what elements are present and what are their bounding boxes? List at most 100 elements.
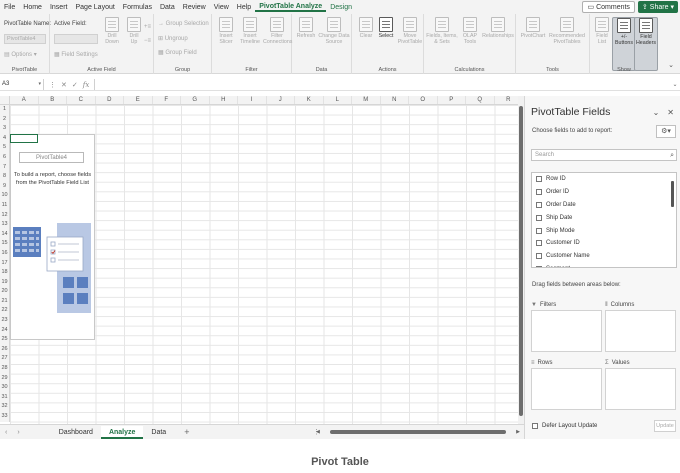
sheet-tab-analyze[interactable]: Analyze [100,425,144,439]
row-header[interactable]: 7 [0,163,9,173]
active-cell-a3[interactable] [10,133,38,144]
row-header[interactable]: 30 [0,383,9,393]
row-header[interactable]: 15 [0,239,9,249]
column-header[interactable]: K [295,96,324,104]
row-header[interactable]: 12 [0,211,9,221]
row-header[interactable]: 14 [0,230,9,240]
column-header[interactable]: D [96,96,124,104]
row-header[interactable]: 17 [0,259,9,269]
row-header[interactable]: 26 [0,345,9,355]
field-search-input[interactable]: Search ⌕ [531,149,677,161]
update-button[interactable]: Update [654,420,676,432]
column-header[interactable]: I [238,96,267,104]
field-list-item[interactable]: Ship Date [532,211,676,224]
row-header[interactable]: 21 [0,297,9,307]
column-header[interactable]: Q [466,96,495,104]
rows-area[interactable]: ≡ Rows [531,358,602,410]
filters-drop-zone[interactable] [531,310,602,352]
row-header[interactable]: 8 [0,172,9,182]
column-header[interactable]: F [153,96,181,104]
sheet-tab-dashboard[interactable]: Dashboard [51,426,101,439]
menu-insert[interactable]: Insert [46,4,72,11]
field-list-item[interactable]: Row ID [532,173,676,186]
menu-review[interactable]: Review [179,4,210,11]
row-header[interactable]: 20 [0,287,9,297]
values-area[interactable]: Σ Values [605,358,676,410]
close-icon[interactable]: ✕ [667,108,674,117]
row-header[interactable]: 16 [0,249,9,259]
collapse-ribbon-icon[interactable]: ⌄ [668,61,674,69]
group-field-button[interactable]: ▦ Group Field [158,49,197,56]
field-list[interactable]: Row ID Order ID Order Date Ship Date Ship Mo… [531,172,677,268]
row-header[interactable]: 5 [0,143,9,153]
column-header[interactable]: H [210,96,238,104]
relationships-button[interactable]: Relationships [482,17,514,39]
field-checkbox[interactable] [536,189,542,196]
values-drop-zone[interactable] [605,368,676,410]
comments-button[interactable]: ▭ Comments [582,1,635,13]
pivottable-placeholder[interactable]: PivotTable4 To build a report, choose fi… [10,133,95,340]
defer-checkbox-box[interactable] [532,423,538,429]
row-header[interactable]: 33 [0,412,9,422]
row-header[interactable]: 1 [0,105,9,115]
row-header[interactable]: 31 [0,393,9,403]
olap-tools-button[interactable]: OLAP Tools [458,17,482,45]
scroll-right-icon[interactable]: ▶ [516,429,520,435]
field-checkbox[interactable] [536,253,542,260]
column-header[interactable]: L [324,96,352,104]
row-header[interactable]: 9 [0,182,9,192]
scroll-left-icon[interactable]: ◀ [316,429,320,435]
options-button[interactable]: ▤ Options ▾ [4,51,37,58]
formula-input[interactable] [94,79,670,90]
field-list-item[interactable]: Customer ID [532,237,676,250]
column-header[interactable]: G [181,96,210,104]
field-checkbox[interactable] [536,265,542,267]
column-header[interactable]: C [67,96,96,104]
next-sheet-icon[interactable]: › [12,429,24,436]
field-list-scroll-thumb[interactable] [671,181,674,207]
previous-sheet-icon[interactable]: ‹ [0,429,12,436]
row-header[interactable]: 23 [0,316,9,326]
menu-home[interactable]: Home [19,4,46,11]
expand-field-icon[interactable]: +≡ [144,24,151,30]
select-button[interactable]: Select [374,17,398,39]
row-header[interactable]: 13 [0,220,9,230]
pane-settings-button[interactable]: ⚙▾ [656,125,676,138]
filters-area[interactable]: ▼ Filters [531,300,602,352]
worksheet-grid[interactable]: ABCDEFGHIJKLMNOPQR 1 2 3 4 5 6 7 8 9 10 11 12 13 14 15… [0,96,518,424]
column-header[interactable]: B [39,96,67,104]
refresh-button[interactable]: Refresh [294,17,318,39]
horizontal-scrollbar[interactable]: ◀ ▶ [316,428,520,436]
row-header[interactable]: 18 [0,268,9,278]
menu-file[interactable]: File [0,4,19,11]
name-box[interactable]: A3 ▾ [0,79,44,90]
columns-drop-zone[interactable] [605,310,676,352]
menu-formulas[interactable]: Formulas [119,4,156,11]
sheet-tab-data[interactable]: Data [143,426,174,439]
row-header[interactable]: 11 [0,201,9,211]
chevron-down-icon[interactable]: ▾ [38,79,41,90]
row-header[interactable]: 22 [0,306,9,316]
insert-timeline-button[interactable]: Insert Timeline [238,17,262,45]
menu-page-layout[interactable]: Page Layout [71,4,118,11]
fields-items-sets-button[interactable]: Fields, Items, & Sets [426,17,458,45]
column-header[interactable]: M [352,96,381,104]
drill-down-button[interactable]: Drill Down [100,17,124,45]
row-header[interactable]: 32 [0,402,9,412]
field-checkbox[interactable] [536,240,542,247]
row-header[interactable]: 24 [0,326,9,336]
column-header[interactable]: J [267,96,295,104]
menu-data[interactable]: Data [156,4,179,11]
pivottable-name-input[interactable]: PivotTable4 [4,34,46,44]
drill-up-button[interactable]: Drill Up [122,17,146,45]
menu-view[interactable]: View [210,4,233,11]
column-header[interactable]: E [124,96,153,104]
columns-area[interactable]: ⦀ Columns [605,300,676,352]
field-checkbox[interactable] [536,201,542,208]
rows-drop-zone[interactable] [531,368,602,410]
row-header[interactable]: 19 [0,278,9,288]
vertical-scroll-thumb[interactable] [519,106,523,416]
expand-formula-bar-icon[interactable]: ⌄ [670,81,680,88]
field-checkbox[interactable] [536,214,542,221]
buttons-toggle[interactable]: +/- Buttons [612,17,636,71]
